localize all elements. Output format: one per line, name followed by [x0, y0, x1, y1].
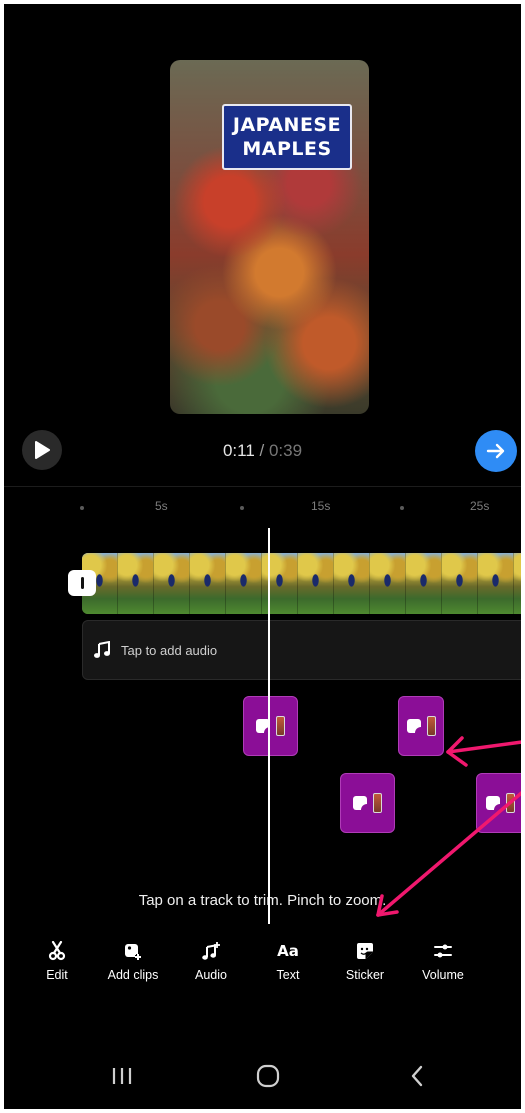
timecode: 0:11 / 0:39: [0, 441, 525, 461]
home-button[interactable]: [238, 1058, 298, 1094]
thumbnail: [298, 553, 334, 614]
thumbnail: [118, 553, 154, 614]
recent-apps-icon: [112, 1068, 132, 1084]
current-time: 0:11: [222, 441, 255, 460]
trim-handle[interactable]: [68, 570, 96, 596]
system-navigation-bar: [0, 1058, 525, 1094]
sticker-clip[interactable]: [340, 773, 395, 833]
ruler-dot: [80, 506, 84, 510]
video-track[interactable]: [82, 553, 525, 614]
sticker-icon: [354, 940, 376, 962]
trim-hint: Tap on a track to trim. Pinch to zoom.: [138, 892, 387, 909]
thumbnail: [154, 553, 190, 614]
sticker-label: Sticker: [345, 968, 385, 982]
ruler-dot: [400, 506, 404, 510]
sticker-thumbnail: [373, 793, 382, 813]
thumbnail: [478, 553, 514, 614]
text-button[interactable]: Aa Text: [248, 940, 328, 982]
sticker-clip[interactable]: [398, 696, 444, 756]
thumbnail: [406, 553, 442, 614]
back-button[interactable]: [387, 1058, 447, 1094]
video-preview[interactable]: JAPANESE MAPLES: [170, 60, 369, 414]
text-icon: Aa: [277, 942, 299, 960]
divider: [0, 486, 525, 487]
volume-label: Volume: [422, 968, 464, 982]
preview-sign: JAPANESE MAPLES: [222, 104, 352, 170]
sticker-icon: [353, 796, 367, 810]
ruler-dot: [240, 506, 244, 510]
sticker-clip[interactable]: [476, 773, 525, 833]
sticker-thumbnail: [276, 716, 285, 736]
home-icon: [256, 1064, 280, 1088]
recent-apps-button[interactable]: [92, 1058, 152, 1094]
add-clips-button[interactable]: Add clips: [93, 940, 173, 982]
sticker-button[interactable]: Sticker: [325, 940, 405, 982]
sticker-icon: [486, 796, 500, 810]
scissors-icon: [46, 940, 68, 962]
audio-label: Audio: [195, 968, 227, 982]
thumbnail: [190, 553, 226, 614]
thumbnail: [226, 553, 262, 614]
ruler-label: 25s: [470, 499, 490, 513]
add-audio-label: Tap to add audio: [121, 642, 218, 658]
video-thumbnails: [82, 553, 525, 614]
text-label: Text: [276, 968, 300, 982]
time-separator: /: [254, 441, 269, 460]
sticker-icon: [406, 719, 421, 733]
sliders-icon: [432, 940, 454, 962]
back-icon: [411, 1065, 423, 1087]
thumbnail: [442, 553, 478, 614]
edit-button[interactable]: Edit: [17, 940, 97, 982]
add-clips-label: Add clips: [107, 968, 159, 982]
total-time: 0:39: [268, 441, 303, 460]
annotation-arrow: [446, 740, 524, 754]
sticker-thumbnail: [506, 793, 515, 813]
audio-track[interactable]: Tap to add audio: [82, 620, 525, 680]
thumbnail: [370, 553, 406, 614]
edit-label: Edit: [46, 968, 68, 982]
playhead[interactable]: [268, 528, 270, 924]
time-ruler: 5s 15s 25s: [0, 498, 525, 518]
next-button[interactable]: [475, 430, 517, 472]
arrow-right-icon: [486, 443, 505, 459]
thumbnail: [334, 553, 370, 614]
music-add-icon: [200, 940, 222, 962]
add-clip-icon: [122, 940, 144, 962]
sign-line-1: JAPANESE: [232, 114, 342, 136]
trim-handle-grip: [80, 577, 84, 589]
volume-button[interactable]: Volume: [403, 940, 483, 982]
sign-line-2: MAPLES: [242, 138, 332, 160]
audio-button[interactable]: Audio: [171, 940, 251, 982]
sticker-clip[interactable]: [243, 696, 298, 756]
thumbnail: [514, 553, 525, 614]
editor-toolbar: Edit Add clips Audio Aa Text Sticker Vol…: [0, 940, 525, 990]
ruler-label: 15s: [311, 499, 331, 513]
ruler-label: 5s: [155, 499, 168, 513]
sticker-thumbnail: [426, 716, 436, 736]
annotation-arrowhead: [446, 736, 468, 767]
music-note-icon: [94, 641, 110, 658]
